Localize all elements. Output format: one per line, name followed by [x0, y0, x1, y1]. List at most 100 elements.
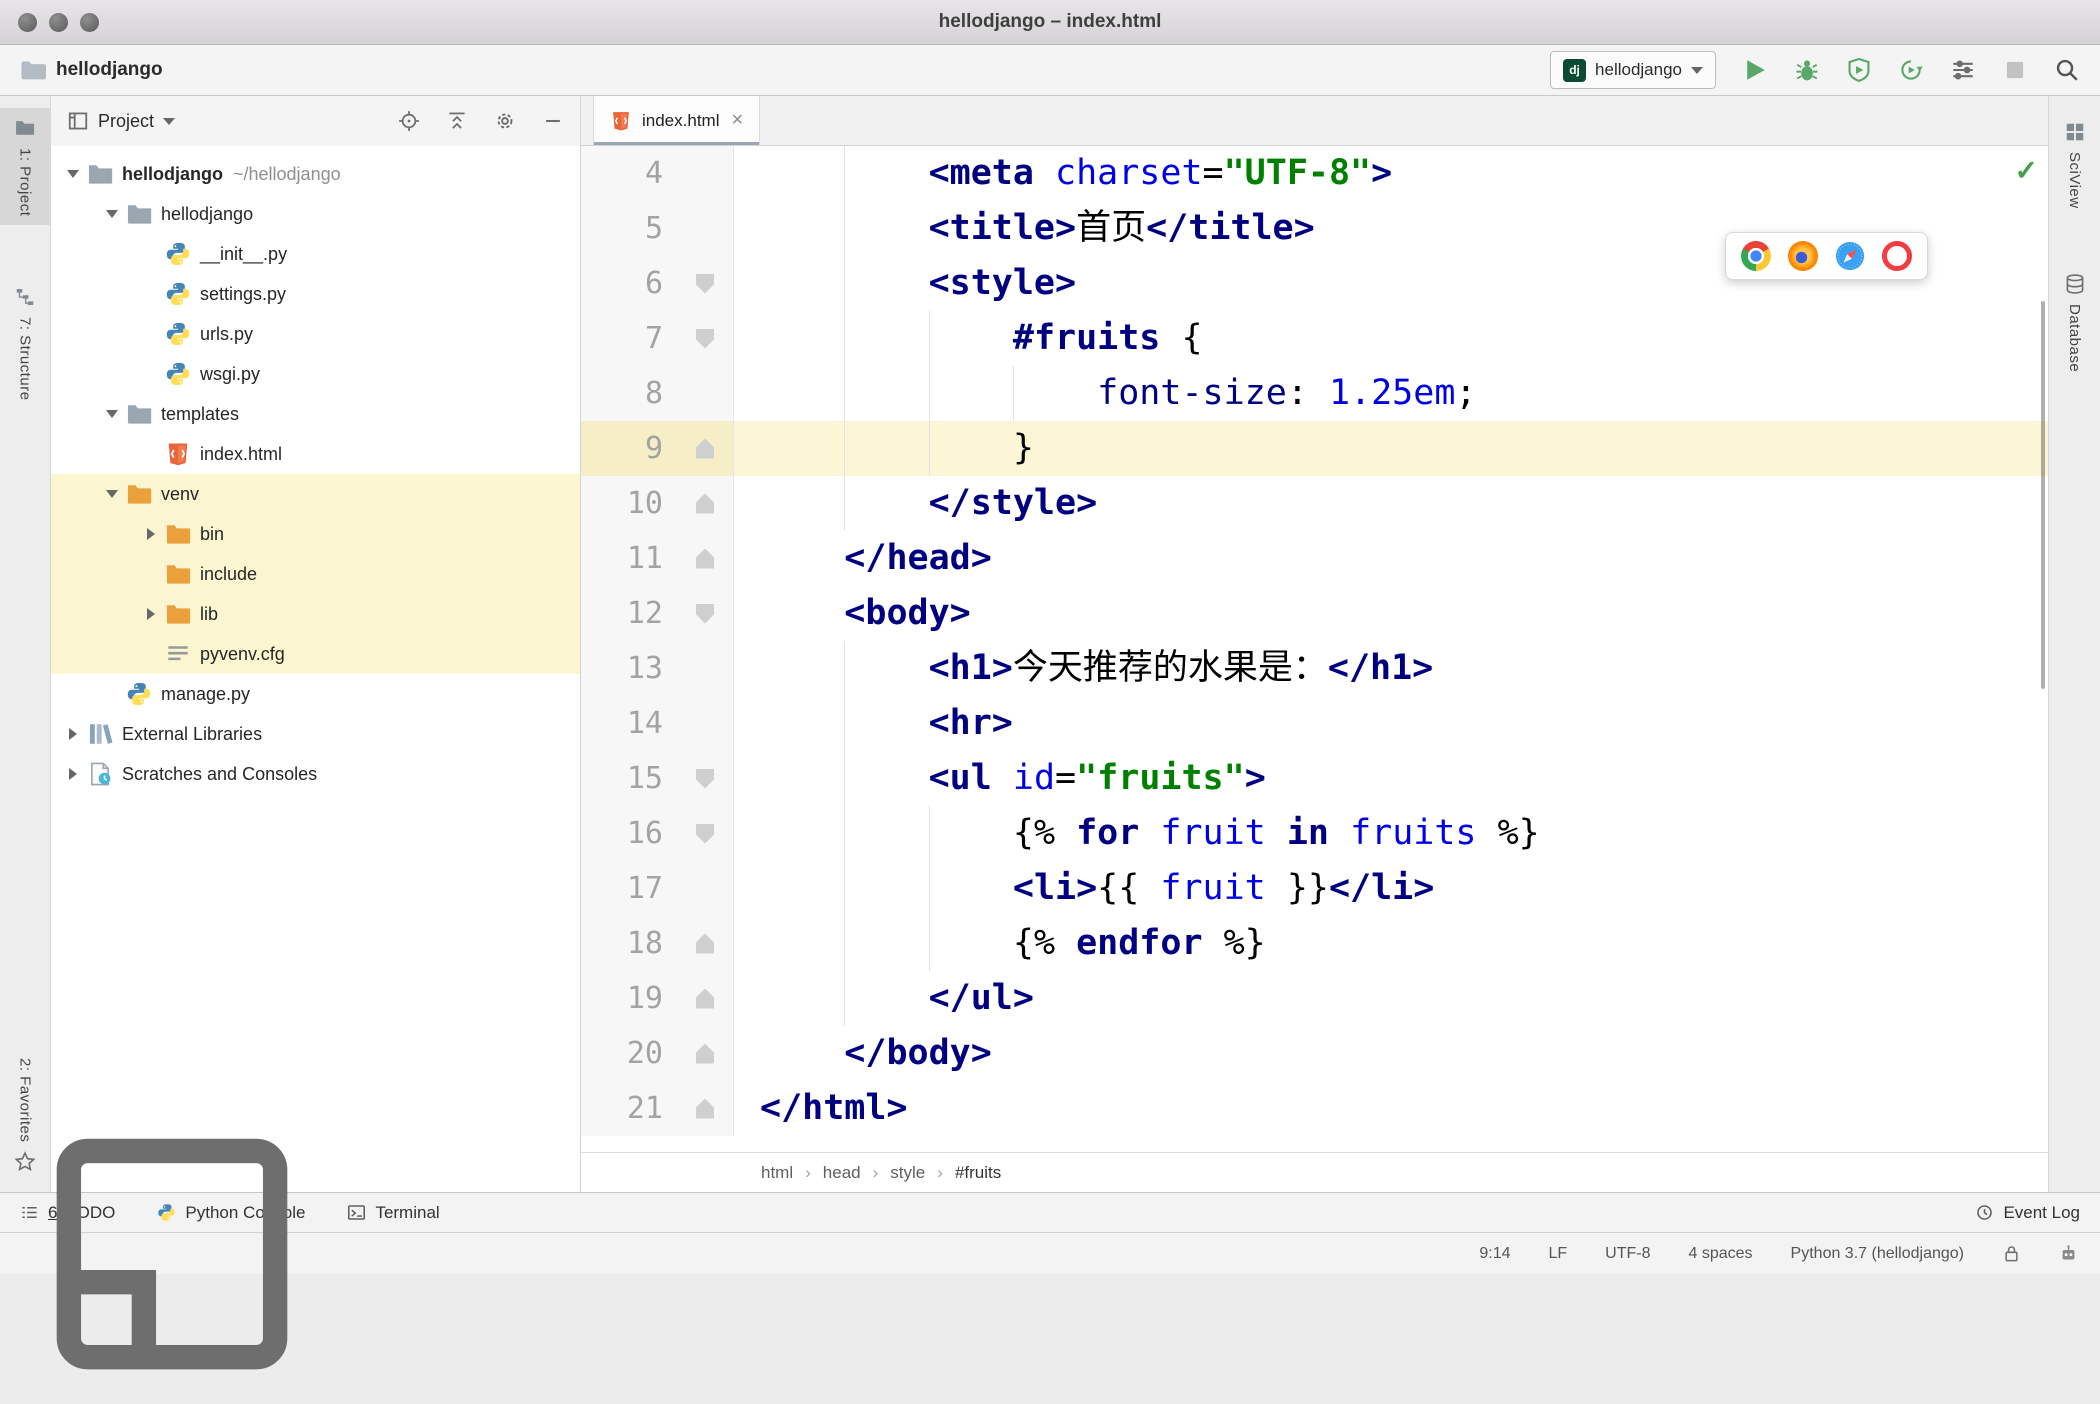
tree-down-arrow[interactable] [98, 394, 126, 434]
tool-strip-button-database[interactable]: Database [2049, 264, 2100, 381]
tree-right-arrow[interactable] [137, 514, 165, 554]
status-item-4-spaces[interactable]: 4 spaces [1689, 1245, 1753, 1263]
tree-item-pyvenv-cfg[interactable]: pyvenv.cfg [51, 634, 580, 674]
fold-marker-up[interactable] [696, 548, 714, 569]
fold-marker-down[interactable] [696, 328, 714, 349]
settings-button[interactable] [494, 110, 516, 132]
code-text[interactable]: <hr> [734, 696, 2048, 751]
run-button[interactable] [1742, 57, 1768, 83]
editor-scrollbar[interactable] [2041, 301, 2045, 689]
code-text[interactable]: <h1>今天推荐的水果是：</h1> [734, 641, 2048, 696]
code-line-13[interactable]: 13 <h1>今天推荐的水果是：</h1> [581, 641, 2048, 696]
tree-right-arrow[interactable] [59, 714, 87, 754]
tree-item-templates[interactable]: templates [51, 394, 580, 434]
search-everywhere-button[interactable] [2054, 57, 2080, 83]
tree-right-arrow[interactable] [59, 754, 87, 794]
code-text[interactable]: <ul id="fruits"> [734, 751, 2048, 806]
firefox-icon[interactable] [1788, 241, 1818, 271]
code-text[interactable]: #fruits { [734, 311, 2048, 366]
quick-access-icon[interactable] [22, 1104, 322, 1404]
minimize-window-button[interactable] [49, 12, 68, 32]
breadcrumb-style[interactable]: style [890, 1163, 925, 1183]
code-line-15[interactable]: 15 <ul id="fruits"> [581, 751, 2048, 806]
tool-strip-button-sciview[interactable]: SciView [2049, 112, 2100, 218]
inspections-widget-icon[interactable] [2059, 1244, 2078, 1263]
tree-item-init-py[interactable]: __init__.py [51, 234, 580, 274]
tree-down-arrow[interactable] [59, 154, 87, 194]
status-item-9-14[interactable]: 9:14 [1479, 1245, 1510, 1263]
code-line-10[interactable]: 10 </style> [581, 476, 2048, 531]
code-line-21[interactable]: 21 </html> [581, 1081, 2048, 1136]
code-text[interactable]: </head> [734, 531, 2048, 586]
run-with-coverage-button[interactable] [1846, 57, 1872, 83]
breadcrumb-head[interactable]: head [823, 1163, 861, 1183]
code-line-7[interactable]: 7 #fruits { [581, 311, 2048, 366]
locate-file-button[interactable] [398, 110, 420, 132]
code-text[interactable]: <li>{{ fruit }}</li> [734, 861, 2048, 916]
code-line-12[interactable]: 12 <body> [581, 586, 2048, 641]
code-text[interactable]: } [734, 421, 2048, 476]
tree-item-hellodjango[interactable]: hellodjango [51, 194, 580, 234]
tree-right-arrow[interactable] [137, 594, 165, 634]
status-item-python-3-7-hellodjango[interactable]: Python 3.7 (hellodjango) [1791, 1245, 1964, 1263]
code-text[interactable]: <body> [734, 586, 2048, 641]
tool-window-button-terminal[interactable]: Terminal [347, 1203, 440, 1223]
fold-marker-up[interactable] [696, 1043, 714, 1064]
fold-marker-down[interactable] [696, 273, 714, 294]
code-text[interactable]: <meta charset="UTF-8"> [734, 146, 2048, 201]
tree-item-venv[interactable]: venv [51, 474, 580, 514]
safari-icon[interactable] [1835, 241, 1865, 271]
status-item-lf[interactable]: LF [1549, 1245, 1568, 1263]
code-text[interactable]: </html> [734, 1081, 2048, 1136]
tool-strip-button-7-structure[interactable]: 7: Structure [0, 277, 50, 410]
run-configuration-select[interactable]: dj hellodjango [1550, 51, 1716, 89]
tree-down-arrow[interactable] [98, 474, 126, 514]
code-line-8[interactable]: 8 font-size: 1.25em; [581, 366, 2048, 421]
tree-down-arrow[interactable] [98, 194, 126, 234]
code-line-14[interactable]: 14 <hr> [581, 696, 2048, 751]
fold-marker-up[interactable] [696, 438, 714, 459]
fold-marker-down[interactable] [696, 603, 714, 624]
fold-marker-up[interactable] [696, 493, 714, 514]
tree-item-external-libraries[interactable]: External Libraries [51, 714, 580, 754]
debug-button[interactable] [1794, 57, 1820, 83]
fold-marker-up[interactable] [696, 1098, 714, 1119]
code-line-17[interactable]: 17 <li>{{ fruit }}</li> [581, 861, 2048, 916]
inspections-ok-icon[interactable]: ✓ [2015, 154, 2038, 187]
tree-item-urls-py[interactable]: urls.py [51, 314, 580, 354]
close-window-button[interactable] [18, 12, 37, 32]
tree-item-index-html[interactable]: index.html [51, 434, 580, 474]
code-line-20[interactable]: 20 </body> [581, 1026, 2048, 1081]
code-line-11[interactable]: 11 </head> [581, 531, 2048, 586]
fold-marker-down[interactable] [696, 768, 714, 789]
status-item-utf-8[interactable]: UTF-8 [1605, 1245, 1650, 1263]
code-text[interactable]: {% endfor %} [734, 916, 2048, 971]
chrome-icon[interactable] [1741, 241, 1771, 271]
opera-icon[interactable] [1882, 241, 1912, 271]
lock-icon[interactable] [2002, 1244, 2021, 1263]
zoom-window-button[interactable] [80, 12, 99, 32]
code-line-19[interactable]: 19 </ul> [581, 971, 2048, 1026]
tree-item-settings-py[interactable]: settings.py [51, 274, 580, 314]
project-breadcrumb[interactable]: hellodjango [20, 59, 163, 81]
fold-marker-up[interactable] [696, 988, 714, 1009]
fold-marker-down[interactable] [696, 823, 714, 844]
tool-strip-button-1-project[interactable]: 1: Project [0, 108, 50, 226]
tree-item-hellodjango[interactable]: hellodjango ~/hellodjango [51, 154, 580, 194]
tree-item-wsgi-py[interactable]: wsgi.py [51, 354, 580, 394]
breadcrumb-fruits[interactable]: #fruits [955, 1163, 1001, 1183]
tree-item-scratches-and-consoles[interactable]: Scratches and Consoles [51, 754, 580, 794]
hide-panel-button[interactable] [542, 110, 564, 132]
stop-button[interactable] [2002, 57, 2028, 83]
tree-item-manage-py[interactable]: manage.py [51, 674, 580, 714]
breadcrumb-html[interactable]: html [761, 1163, 793, 1183]
code-text[interactable]: font-size: 1.25em; [734, 366, 2048, 421]
close-icon[interactable]: × [731, 109, 743, 132]
edit-configurations-button[interactable] [1950, 57, 1976, 83]
project-panel-title[interactable]: Project [98, 111, 154, 132]
code-text[interactable]: </body> [734, 1026, 2048, 1081]
chevron-down-icon[interactable] [163, 117, 176, 125]
tool-window-button-event-log[interactable]: Event Log [1975, 1203, 2080, 1223]
tree-item-bin[interactable]: bin [51, 514, 580, 554]
code-line-18[interactable]: 18 {% endfor %} [581, 916, 2048, 971]
